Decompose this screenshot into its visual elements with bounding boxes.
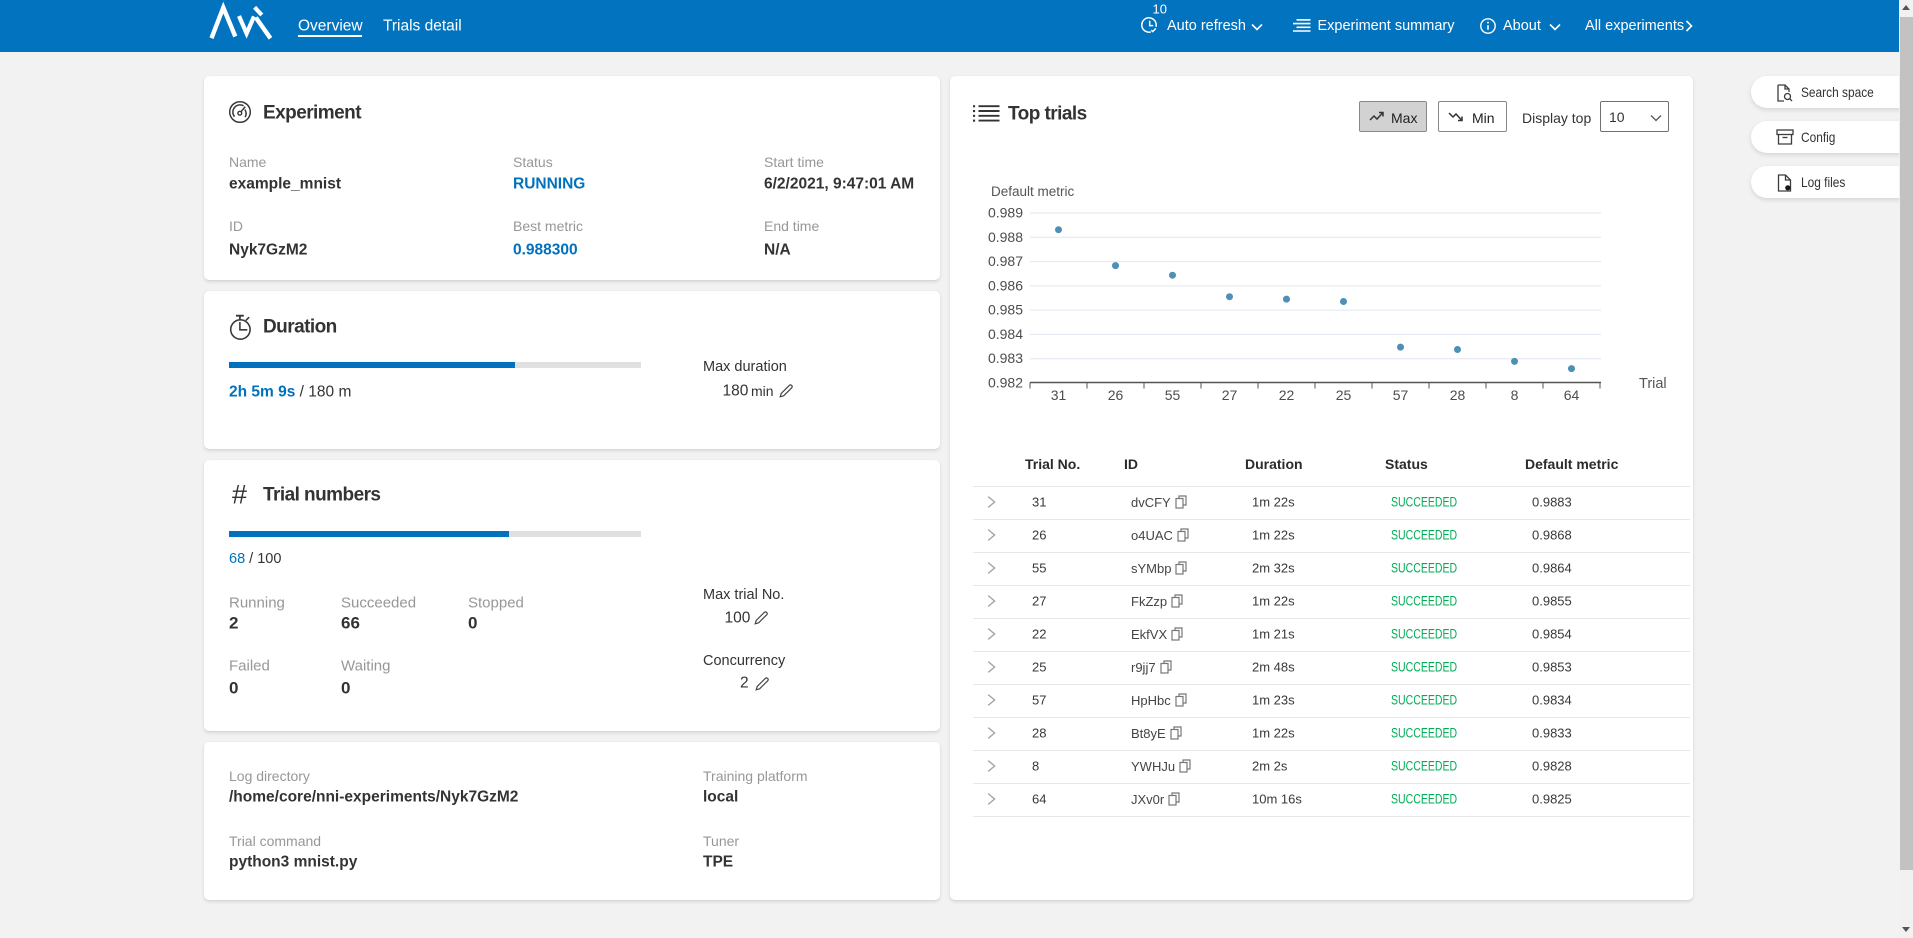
- svg-text:0.989: 0.989: [988, 205, 1023, 221]
- svg-text:26: 26: [1108, 387, 1124, 403]
- svg-text:0.986: 0.986: [988, 277, 1023, 293]
- svg-text:0.984: 0.984: [988, 326, 1023, 342]
- svg-text:57: 57: [1393, 387, 1409, 403]
- svg-text:64: 64: [1564, 387, 1580, 403]
- svg-text:0.987: 0.987: [988, 253, 1023, 269]
- svg-text:0.988: 0.988: [988, 229, 1023, 245]
- svg-text:22: 22: [1279, 387, 1295, 403]
- svg-text:25: 25: [1336, 387, 1352, 403]
- svg-text:31: 31: [1051, 387, 1067, 403]
- svg-text:28: 28: [1450, 387, 1466, 403]
- svg-text:8: 8: [1511, 387, 1519, 403]
- svg-text:0.983: 0.983: [988, 350, 1023, 366]
- svg-text:55: 55: [1165, 387, 1181, 403]
- svg-text:0.985: 0.985: [988, 302, 1023, 318]
- svg-text:Trial: Trial: [1639, 376, 1667, 392]
- svg-text:Default metric: Default metric: [991, 184, 1075, 199]
- svg-text:0.982: 0.982: [988, 375, 1023, 391]
- svg-text:27: 27: [1222, 387, 1238, 403]
